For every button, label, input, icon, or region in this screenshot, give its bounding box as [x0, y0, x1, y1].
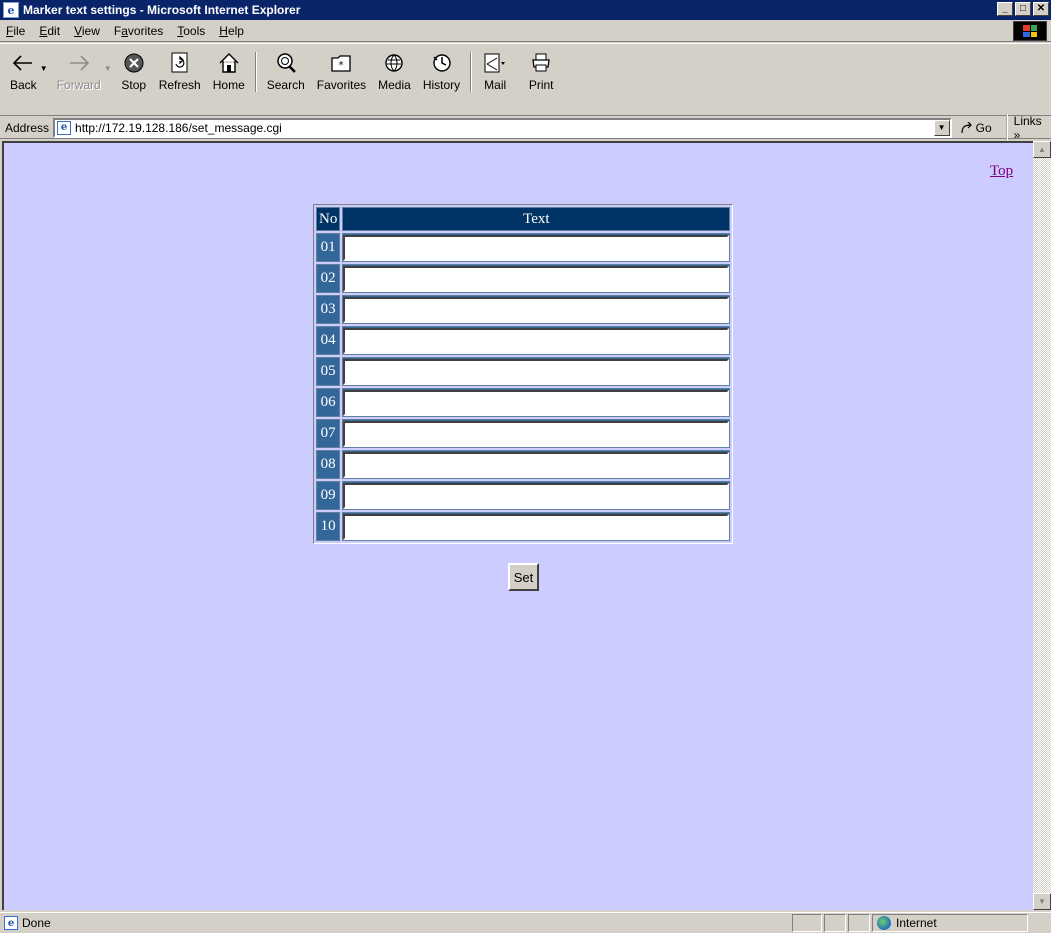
text-field-05[interactable] [343, 358, 730, 385]
svg-text:*: * [339, 60, 344, 71]
row-number: 05 [316, 357, 341, 386]
go-arrow-icon [961, 121, 972, 133]
status-bar: e Done Internet [0, 912, 1051, 933]
title-bar: e Marker text settings - Microsoft Inter… [0, 0, 1051, 20]
minimize-button[interactable]: _ [997, 2, 1013, 16]
home-button[interactable]: Home [209, 50, 249, 98]
forward-arrow-icon [66, 50, 92, 76]
menu-edit[interactable]: Edit [39, 24, 60, 38]
links-button[interactable]: Links » [1005, 113, 1051, 142]
row-number: 06 [316, 388, 341, 417]
history-button[interactable]: History [419, 50, 464, 98]
status-text: Done [22, 916, 51, 930]
set-button[interactable]: Set [508, 563, 539, 591]
window-title: Marker text settings - Microsoft Interne… [23, 3, 301, 17]
row-number: 10 [316, 512, 341, 541]
print-button[interactable]: Print [524, 50, 558, 98]
table-row: 02 [316, 264, 731, 293]
table-row: 06 [316, 388, 731, 417]
home-icon [216, 50, 242, 76]
window-controls: _ □ ✕ [995, 2, 1049, 16]
toolbar: Back ▼ Forward ▼ Stop Refresh Home Searc… [0, 43, 1051, 116]
text-field-04[interactable] [343, 327, 730, 354]
text-field-06[interactable] [343, 389, 730, 416]
header-text: Text [342, 207, 731, 231]
stop-button[interactable]: Stop [117, 50, 151, 98]
marker-text-table: No Text 01 02 03 04 05 06 07 08 09 10 [313, 204, 734, 544]
refresh-button[interactable]: Refresh [155, 50, 205, 98]
text-field-08[interactable] [343, 451, 730, 478]
text-field-01[interactable] [343, 234, 730, 261]
row-number: 02 [316, 264, 341, 293]
favorites-button[interactable]: * Favorites [313, 50, 370, 98]
ie-page-icon: e [57, 120, 72, 135]
menu-help[interactable]: Help [219, 24, 244, 38]
menu-favorites[interactable]: Favorites [114, 24, 163, 38]
row-number: 03 [316, 295, 341, 324]
address-url[interactable]: http://172.19.128.186/set_message.cgi [75, 121, 282, 135]
vertical-scrollbar[interactable]: ▲ ▼ [1033, 141, 1051, 910]
maximize-button[interactable]: □ [1015, 2, 1031, 16]
refresh-icon [167, 50, 193, 76]
table-row: 01 [316, 233, 731, 262]
table-row: 07 [316, 419, 731, 448]
media-icon [381, 50, 407, 76]
back-dropdown-icon[interactable]: ▼ [40, 64, 48, 73]
scroll-down-icon[interactable]: ▼ [1033, 893, 1051, 910]
text-field-10[interactable] [343, 513, 730, 540]
toolbar-separator [470, 52, 473, 92]
back-arrow-icon [10, 50, 36, 76]
row-number: 09 [316, 481, 341, 510]
menu-bar: File Edit View Favorites Tools Help [0, 20, 1051, 42]
print-icon [528, 50, 554, 76]
globe-icon [877, 916, 891, 930]
row-number: 04 [316, 326, 341, 355]
table-row: 03 [316, 295, 731, 324]
windows-flag-icon [1013, 21, 1047, 41]
text-field-02[interactable] [343, 265, 730, 292]
table-row: 05 [316, 357, 731, 386]
ie-page-icon: e [3, 2, 19, 18]
text-field-09[interactable] [343, 482, 730, 509]
ie-page-icon: e [4, 916, 18, 930]
table-row: 10 [316, 512, 731, 541]
menu-tools[interactable]: Tools [177, 24, 205, 38]
search-icon [273, 50, 299, 76]
status-panel [792, 914, 822, 932]
media-button[interactable]: Media [374, 50, 415, 98]
go-button[interactable]: Go [960, 121, 992, 135]
address-dropdown-icon[interactable]: ▼ [933, 119, 950, 136]
forward-button[interactable]: Forward ▼ [53, 50, 112, 98]
forward-dropdown-icon[interactable]: ▼ [104, 64, 112, 73]
history-icon [429, 50, 455, 76]
toolbar-separator [254, 52, 257, 92]
row-number: 01 [316, 233, 341, 262]
text-field-03[interactable] [343, 296, 730, 323]
address-input[interactable]: e http://172.19.128.186/set_message.cgi … [53, 117, 952, 138]
close-button[interactable]: ✕ [1033, 2, 1049, 16]
row-number: 08 [316, 450, 341, 479]
menu-view[interactable]: View [74, 24, 100, 38]
mail-icon [482, 50, 508, 76]
address-label: Address [5, 120, 50, 135]
menu-file[interactable]: File [6, 24, 25, 38]
table-row: 08 [316, 450, 731, 479]
scroll-up-icon[interactable]: ▲ [1033, 141, 1051, 158]
text-field-07[interactable] [343, 420, 730, 447]
row-number: 07 [316, 419, 341, 448]
search-button[interactable]: Search [263, 50, 309, 98]
stop-icon [121, 50, 147, 76]
header-no: No [316, 207, 341, 231]
favorites-icon: * [328, 50, 354, 76]
top-link[interactable]: Top [990, 163, 1013, 180]
address-bar: Address e http://172.19.128.186/set_mess… [0, 113, 1051, 142]
table-row: 09 [316, 481, 731, 510]
mail-button[interactable]: Mail [478, 50, 512, 98]
security-zone: Internet [872, 914, 1028, 932]
status-panel [848, 914, 870, 932]
table-row: 04 [316, 326, 731, 355]
status-panel [824, 914, 846, 932]
back-button[interactable]: Back ▼ [6, 50, 48, 98]
